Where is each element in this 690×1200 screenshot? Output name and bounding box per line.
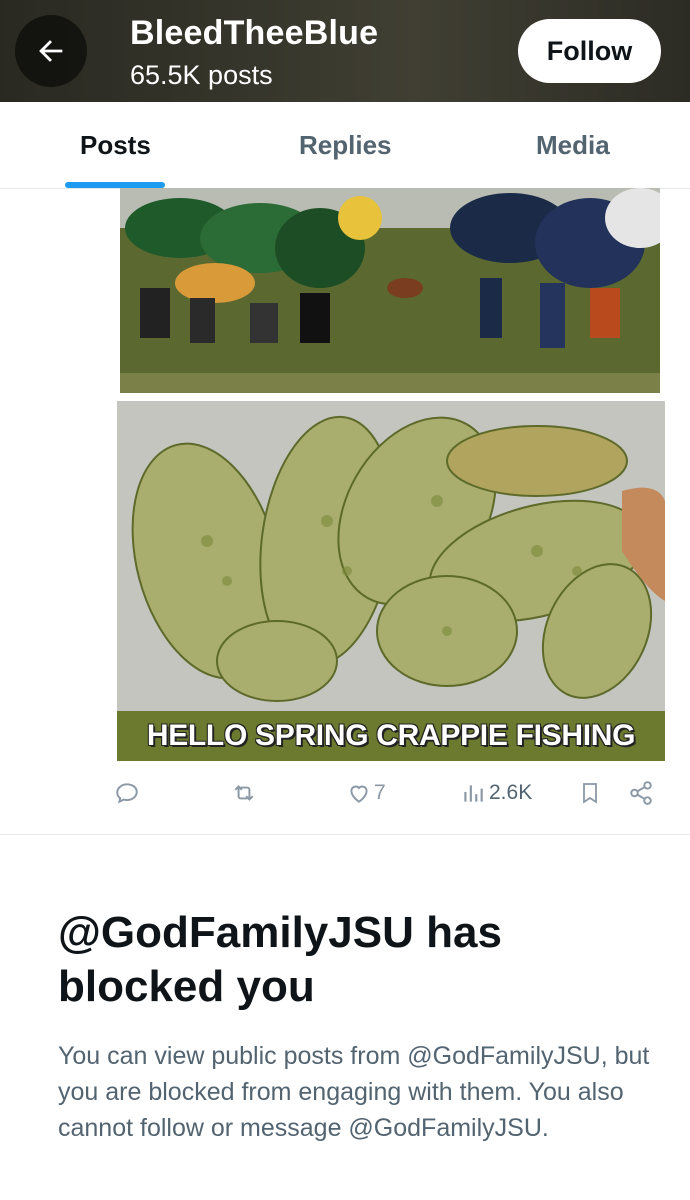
repost-icon [234,785,254,801]
views-count: 2.6K [489,781,533,804]
repost-button[interactable] [230,780,258,806]
views-button[interactable]: 2.6K [460,780,532,806]
blocked-description: You can view public posts from @GodFamil… [58,1042,650,1142]
share-icon [630,781,652,805]
blocked-title: @GodFamilyJSU has blocked you [58,908,502,1011]
section-divider [0,834,690,835]
fish-scene [117,401,665,711]
bookmark-button[interactable] [578,780,602,806]
bookmark-icon [583,783,597,804]
crappie-fish-photo [117,401,665,711]
profile-name: BleedTheeBlue [130,14,379,52]
reply-icon [116,783,138,804]
profile-header: BleedTheeBlue 65.5K posts Follow [0,0,690,102]
reply-button[interactable] [114,780,140,806]
post-action-bar: 7 2.6K [0,770,690,820]
like-count: 7 [374,781,386,804]
tab-media[interactable]: Media [536,130,610,161]
like-button[interactable]: 7 [346,780,386,806]
tab-posts[interactable]: Posts [80,130,151,161]
image-caption: HELLO SPRING CRAPPIE FISHING [146,719,636,752]
heart-icon [350,785,368,803]
post-media[interactable]: HELLO SPRING CRAPPIE FISHING [112,188,670,763]
football-scene [120,188,660,393]
post-count: 65.5K posts [130,60,273,90]
arrow-left-icon [39,40,63,62]
back-button[interactable] [15,15,87,87]
profile-tabs: Posts Replies Media [0,102,690,189]
tab-replies[interactable]: Replies [299,130,392,161]
follow-button[interactable]: Follow [518,19,661,83]
views-icon [464,785,483,802]
image-caption-banner: HELLO SPRING CRAPPIE FISHING [117,711,665,761]
football-line-photo [120,188,660,393]
share-button[interactable] [628,780,654,806]
